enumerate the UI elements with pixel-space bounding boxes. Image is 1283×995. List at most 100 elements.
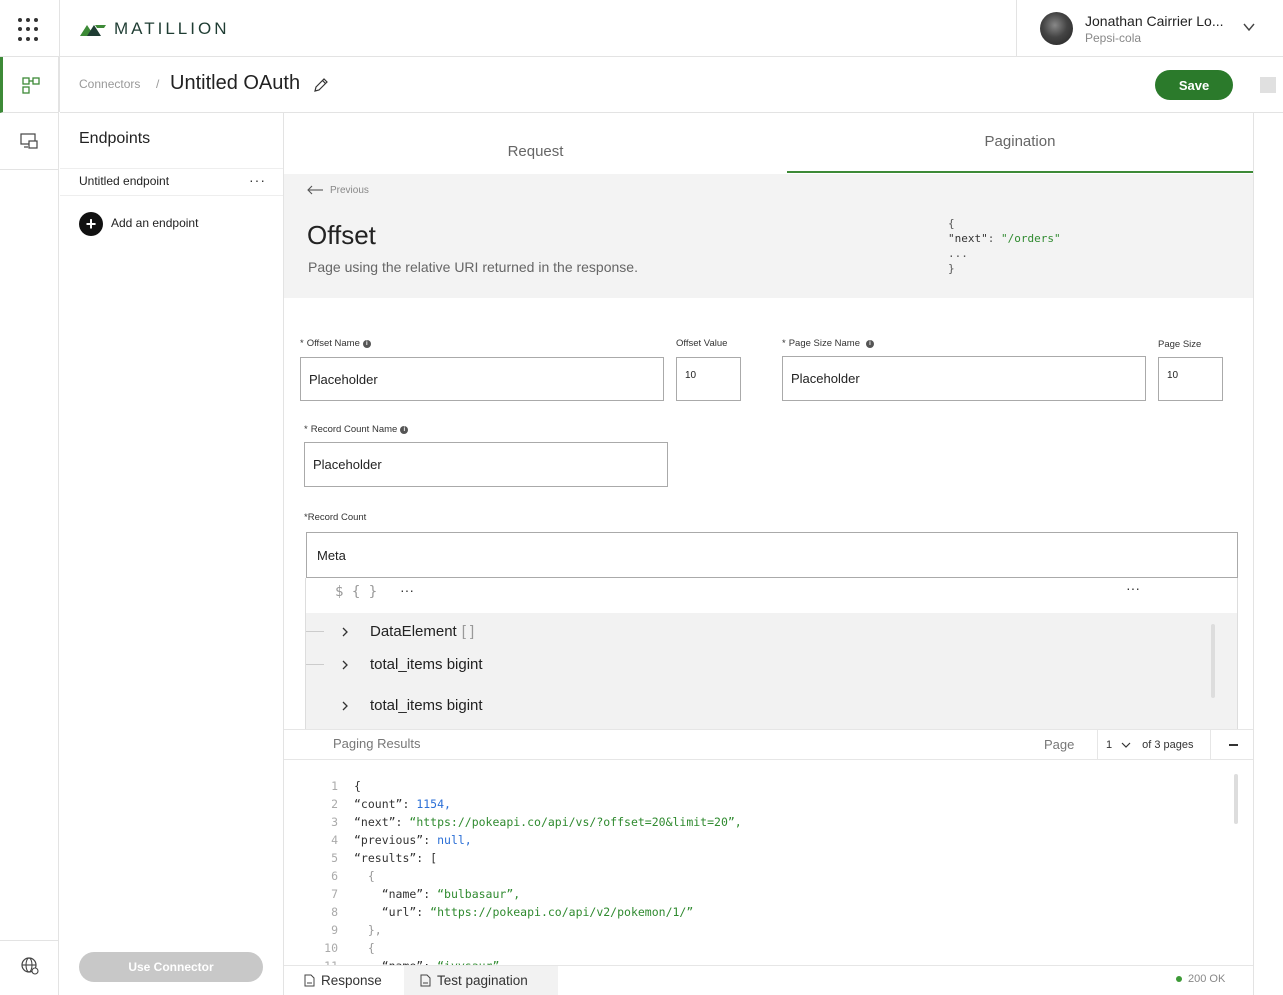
- code-line: 8 “url”: “https://pokeapi.co/api/v2/poke…: [331, 905, 694, 919]
- add-endpoint-button[interactable]: Add an endpoint: [111, 216, 198, 230]
- tab-response-label: Response: [321, 972, 382, 988]
- tree-scrollbar[interactable]: [1211, 624, 1215, 698]
- record-count-name-input[interactable]: Placeholder: [304, 442, 668, 487]
- endpoint-label[interactable]: Untitled endpoint: [79, 174, 169, 188]
- endpoint-menu-icon[interactable]: ···: [249, 172, 266, 188]
- page-label: Page: [1044, 737, 1075, 752]
- tree-row[interactable]: total_items bigint: [306, 697, 483, 714]
- user-org: Pepsi-cola: [1085, 31, 1142, 45]
- chevron-right-icon[interactable]: [340, 701, 350, 711]
- info-icon[interactable]: i: [866, 339, 874, 348]
- tab-response[interactable]: Response: [296, 967, 390, 993]
- offset-value-input[interactable]: 10: [676, 357, 741, 401]
- chevron-down-icon[interactable]: [1120, 740, 1132, 750]
- tab-request[interactable]: Request: [284, 113, 787, 173]
- arrow-left-icon[interactable]: [306, 184, 324, 196]
- tree-connector: [306, 664, 324, 665]
- document-icon: [420, 974, 431, 987]
- connector-icon: [22, 77, 40, 94]
- code-line: 1{: [331, 779, 361, 793]
- tree-row-label: total_items bigint: [370, 656, 483, 673]
- left-rail: [0, 57, 59, 995]
- status-badge: 200 OK: [1176, 973, 1225, 985]
- json-value: "/orders": [1001, 232, 1061, 245]
- use-connector-button[interactable]: Use Connector: [79, 952, 263, 982]
- previous-link[interactable]: Previous: [330, 185, 369, 196]
- pencil-icon[interactable]: [312, 76, 330, 94]
- chevron-down-icon[interactable]: [1242, 20, 1256, 34]
- page-size-name-input[interactable]: Placeholder: [782, 356, 1146, 401]
- code-scrollbar[interactable]: [1234, 774, 1238, 824]
- json-ellipsis: ...: [948, 247, 968, 260]
- code-line: 7 “name”: “bulbasaur”,: [331, 887, 521, 901]
- chevron-right-icon[interactable]: [340, 660, 350, 670]
- rail-item-monitor[interactable]: [0, 113, 59, 170]
- scrollbar-handle[interactable]: [1260, 77, 1276, 93]
- user-divider: [1016, 0, 1017, 57]
- code-lines: 1{ 2 “count”: 1154, 3 “next”: “https://pok…: [314, 777, 742, 975]
- code-line: 9 },: [331, 923, 382, 937]
- tree-row-label: total_items bigint: [370, 697, 483, 714]
- variable-icon[interactable]: $ { }: [335, 584, 377, 600]
- record-tree: DataElement [ ] total_items bigint total…: [306, 613, 1237, 730]
- page-size-input[interactable]: 10: [1158, 357, 1223, 401]
- page-select-value: 1: [1106, 738, 1113, 751]
- user-name[interactable]: Jonathan Cairrier Lo...: [1085, 13, 1230, 29]
- record-count-name-label: * Record Count Name i: [304, 424, 409, 435]
- paging-results-title: Paging Results: [333, 736, 421, 751]
- status-dot-icon: [1176, 976, 1182, 982]
- add-endpoint-icon[interactable]: +: [79, 212, 103, 236]
- code-line: 4 “previous”: null,: [331, 833, 472, 847]
- json-open: {: [948, 217, 955, 230]
- page-size-label: Page Size: [1158, 339, 1202, 350]
- tree-row-label: DataElement: [370, 623, 457, 640]
- avatar[interactable]: [1040, 12, 1073, 45]
- tab-pagination[interactable]: Pagination: [787, 113, 1253, 173]
- tree-menu-icon[interactable]: ···: [400, 582, 414, 598]
- tree-row[interactable]: total_items bigint: [306, 656, 483, 673]
- record-count-label: * Record Count: [304, 512, 367, 523]
- chevron-right-icon[interactable]: [340, 627, 350, 637]
- tree-options-icon[interactable]: ···: [1126, 580, 1140, 596]
- breadcrumb-separator: /: [156, 77, 160, 91]
- page-select[interactable]: 1 of 3 pages: [1097, 729, 1211, 760]
- code-line: 10 {: [324, 941, 375, 955]
- save-button[interactable]: Save: [1155, 70, 1233, 100]
- document-icon: [304, 974, 315, 986]
- json-colon: :: [987, 232, 1001, 245]
- matillion-logo-icon: [80, 25, 106, 36]
- code-line: 6 {: [331, 869, 375, 883]
- tree-connector: [306, 705, 324, 706]
- content-right-border: [1253, 113, 1254, 995]
- tab-test-pagination-label: Test pagination: [437, 973, 528, 988]
- app-launcher-icon[interactable]: [18, 18, 42, 42]
- endpoints-panel: [60, 113, 284, 995]
- offset-name-input[interactable]: Placeholder: [300, 357, 664, 401]
- tab-test-pagination[interactable]: Test pagination: [404, 966, 558, 995]
- code-line: 3 “next”: “https://pokeapi.co/api/vs/?off…: [331, 815, 742, 829]
- record-count-input[interactable]: Meta: [306, 532, 1238, 578]
- pagination-description: Page using the relative URI returned in …: [308, 259, 638, 275]
- pagination-hero: [284, 174, 1253, 298]
- globe-icon[interactable]: [20, 956, 40, 976]
- info-icon[interactable]: i: [362, 339, 371, 348]
- brand-logo[interactable]: MATILLION: [80, 18, 229, 40]
- endpoints-title: Endpoints: [79, 130, 151, 147]
- page-size-name-label: * Page Size Name i: [782, 338, 874, 349]
- rail-item-connectors[interactable]: [0, 57, 59, 113]
- status-label: 200 OK: [1188, 973, 1226, 985]
- tree-connector: [306, 631, 324, 632]
- page-count: of 3 pages: [1142, 738, 1194, 751]
- json-sample: { "next": "/orders" ... }: [948, 216, 1061, 276]
- tree-row[interactable]: DataElement [ ]: [306, 623, 474, 640]
- array-icon: [ ]: [461, 623, 475, 640]
- page-title: Untitled OAuth: [170, 72, 301, 94]
- monitor-icon: [20, 133, 38, 149]
- json-close: }: [948, 262, 955, 275]
- info-icon[interactable]: i: [400, 425, 409, 434]
- pagination-title: Offset: [307, 220, 376, 250]
- minimize-icon[interactable]: [1226, 738, 1240, 752]
- offset-name-label: * Offset Name i: [300, 338, 371, 349]
- json-key: "next": [948, 232, 988, 245]
- breadcrumb-connectors[interactable]: Connectors: [79, 77, 140, 91]
